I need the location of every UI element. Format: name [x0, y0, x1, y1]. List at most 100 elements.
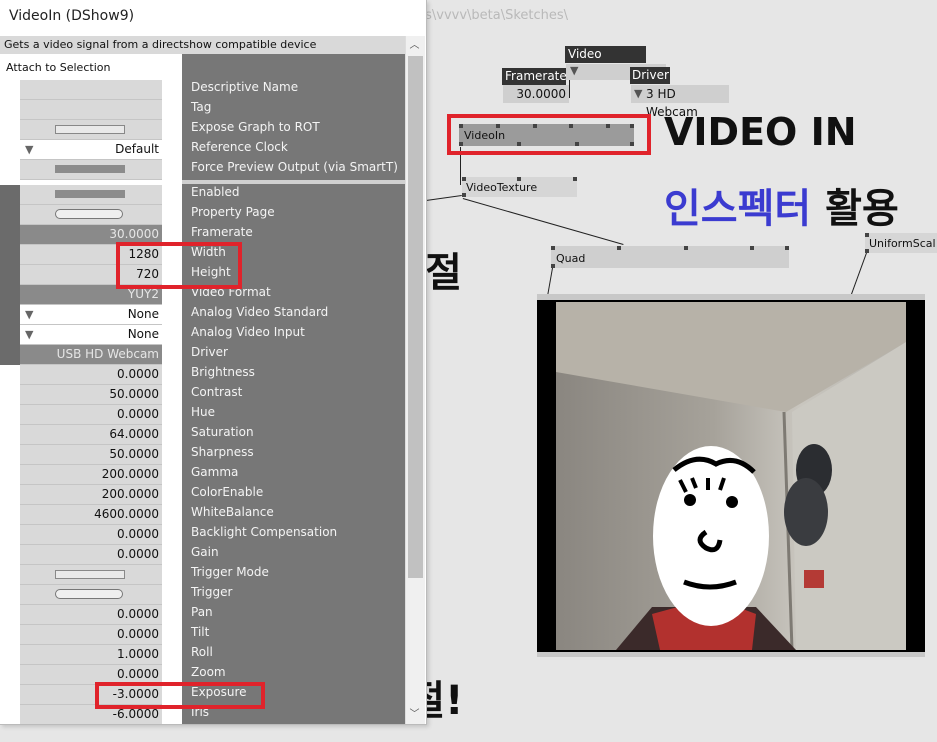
- pin-label: Trigger Mode: [191, 565, 269, 579]
- colorenable-value[interactable]: 200.0000: [102, 485, 159, 504]
- node-description-text: Gets a video signal from a directshow co…: [4, 38, 317, 51]
- tilt-value[interactable]: 0.0000: [117, 625, 159, 644]
- driver-pin-value[interactable]: USB HD Webcam: [57, 345, 159, 364]
- sharpness-value[interactable]: 50.0000: [109, 445, 159, 464]
- pin-label: ColorEnable: [191, 485, 264, 499]
- pin-row-saturation[interactable]: 64.0000: [0, 425, 182, 445]
- brightness-value[interactable]: 0.0000: [117, 365, 159, 384]
- dropdown-arrow-icon: ▼: [570, 64, 579, 77]
- scrollbar-thumb[interactable]: [408, 56, 423, 578]
- pin-label: Gain: [191, 545, 219, 559]
- pin-row-analog-video-input[interactable]: ▼ None: [0, 325, 182, 345]
- pin-row-hue[interactable]: 0.0000: [0, 405, 182, 425]
- contrast-value[interactable]: 50.0000: [109, 385, 159, 404]
- videotexture-node-label: VideoTexture: [466, 181, 538, 194]
- pin-row-property-page[interactable]: [0, 205, 182, 225]
- hue-value[interactable]: 0.0000: [117, 405, 159, 424]
- toggle-on[interactable]: [55, 165, 125, 173]
- divider: [182, 180, 405, 184]
- framerate-label: Framerate: [502, 68, 567, 85]
- attach-label: Attach to Selection: [6, 61, 111, 74]
- pin-row-colorenable[interactable]: 200.0000: [0, 485, 182, 505]
- pin-row-whitebalance[interactable]: 4600.0000: [0, 505, 182, 525]
- bang-button[interactable]: [55, 589, 123, 599]
- pin-row-brightness[interactable]: 0.0000: [0, 365, 182, 385]
- quad-node[interactable]: Quad: [551, 246, 789, 268]
- pin-label: Analog Video Standard: [191, 305, 329, 319]
- webcam-scene-icon: [532, 298, 906, 651]
- scroll-up-icon[interactable]: ︿: [405, 37, 424, 55]
- toggle-on[interactable]: [55, 190, 125, 198]
- pin-label: Zoom: [191, 665, 226, 679]
- pin-label: Hue: [191, 405, 216, 419]
- gain-value[interactable]: 0.0000: [117, 545, 159, 564]
- pin-label: Roll: [191, 645, 213, 659]
- pin-row-analog-video-standard[interactable]: ▼ None: [0, 305, 182, 325]
- pin-row-roll[interactable]: 1.0000: [0, 645, 182, 665]
- driver-dropdown[interactable]: ▼ 3 HD Webcam: [631, 85, 729, 119]
- pin-row-gamma[interactable]: 200.0000: [0, 465, 182, 485]
- bang-button[interactable]: [55, 209, 123, 219]
- reference-clock-value: Default: [115, 142, 159, 156]
- pin-label: Driver: [191, 345, 228, 359]
- pin-label: Enabled: [191, 185, 240, 199]
- pin-label: Descriptive Name: [191, 80, 299, 94]
- roll-value[interactable]: 1.0000: [117, 645, 159, 664]
- pin-row-contrast[interactable]: 50.0000: [0, 385, 182, 405]
- driver-label: Driver: [630, 67, 670, 84]
- annotation-inspector-use: 인스펙터 활용: [664, 176, 899, 234]
- pin-label: Backlight Compensation: [191, 525, 338, 539]
- pin-label: Tilt: [191, 625, 210, 639]
- uniformscale-node-label: UniformScal: [869, 237, 936, 250]
- framerate-input[interactable]: 30.0000: [503, 85, 569, 103]
- pin-label: Contrast: [191, 385, 243, 399]
- saturation-value[interactable]: 64.0000: [109, 425, 159, 444]
- pin-row-tilt[interactable]: 0.0000: [0, 625, 182, 645]
- annotation-video-in: VIDEO IN: [664, 110, 857, 154]
- pin-label: Reference Clock: [191, 140, 288, 154]
- pin-label: Expose Graph to ROT: [191, 120, 320, 134]
- width-height-highlight-box: [116, 242, 242, 289]
- pin-label: Pan: [191, 605, 213, 619]
- pan-value[interactable]: 0.0000: [117, 605, 159, 624]
- pin-row-force-preview[interactable]: [0, 160, 182, 180]
- pin-label: Analog Video Input: [191, 325, 305, 339]
- videotexture-node[interactable]: VideoTexture: [462, 177, 577, 197]
- pin-row[interactable]: [0, 100, 182, 120]
- attach-to-selection-toggle[interactable]: Attach to Selection: [0, 54, 182, 80]
- analog-input-value[interactable]: None: [128, 325, 159, 344]
- video-format-label: Video Format: [565, 46, 646, 78]
- pin-row-sharpness[interactable]: 50.0000: [0, 445, 182, 465]
- scroll-down-icon[interactable]: ﹀: [405, 706, 424, 724]
- pin-label: WhiteBalance: [191, 505, 274, 519]
- pin-label: Framerate: [191, 225, 253, 239]
- toggle-off[interactable]: [55, 570, 125, 579]
- pin-label: Gamma: [191, 465, 239, 479]
- patch-path: ts\vvvv\beta\Sketches\: [420, 8, 569, 23]
- webcam-image: [532, 298, 906, 651]
- pin-label: Tag: [191, 100, 212, 114]
- pin-row-backlight[interactable]: 0.0000: [0, 525, 182, 545]
- toggle-off[interactable]: [55, 125, 125, 134]
- pin-row-expose-graph[interactable]: [0, 120, 182, 140]
- pin-row-pan[interactable]: 0.0000: [0, 605, 182, 625]
- annotation-use-word: 활용: [825, 186, 899, 232]
- pin-label: Force Preview Output (via SmartT): [191, 160, 398, 174]
- pin-row-reference-clock[interactable]: ▼ Default: [0, 140, 182, 160]
- pin-row-enabled[interactable]: [0, 185, 182, 205]
- whitebalance-value[interactable]: 4600.0000: [94, 505, 159, 524]
- pin-row-trigger-mode[interactable]: [0, 565, 182, 585]
- backlight-value[interactable]: 0.0000: [117, 525, 159, 544]
- pin-row-trigger[interactable]: [0, 585, 182, 605]
- annotation-inspector-word: 인스펙터: [664, 186, 812, 232]
- pin-row[interactable]: [0, 80, 182, 100]
- gamma-value[interactable]: 200.0000: [102, 465, 159, 484]
- inspector-titlebar[interactable]: VideoIn (DShow9): [0, 0, 426, 34]
- window-title: VideoIn (DShow9): [9, 8, 135, 24]
- pin-row-driver[interactable]: USB HD Webcam: [0, 345, 182, 365]
- pin-label: Property Page: [191, 205, 275, 219]
- analog-standard-value[interactable]: None: [128, 305, 159, 324]
- pin-row-gain[interactable]: 0.0000: [0, 545, 182, 565]
- dropdown-arrow-icon: ▼: [634, 87, 643, 100]
- uniformscale-node[interactable]: UniformScal: [865, 233, 937, 253]
